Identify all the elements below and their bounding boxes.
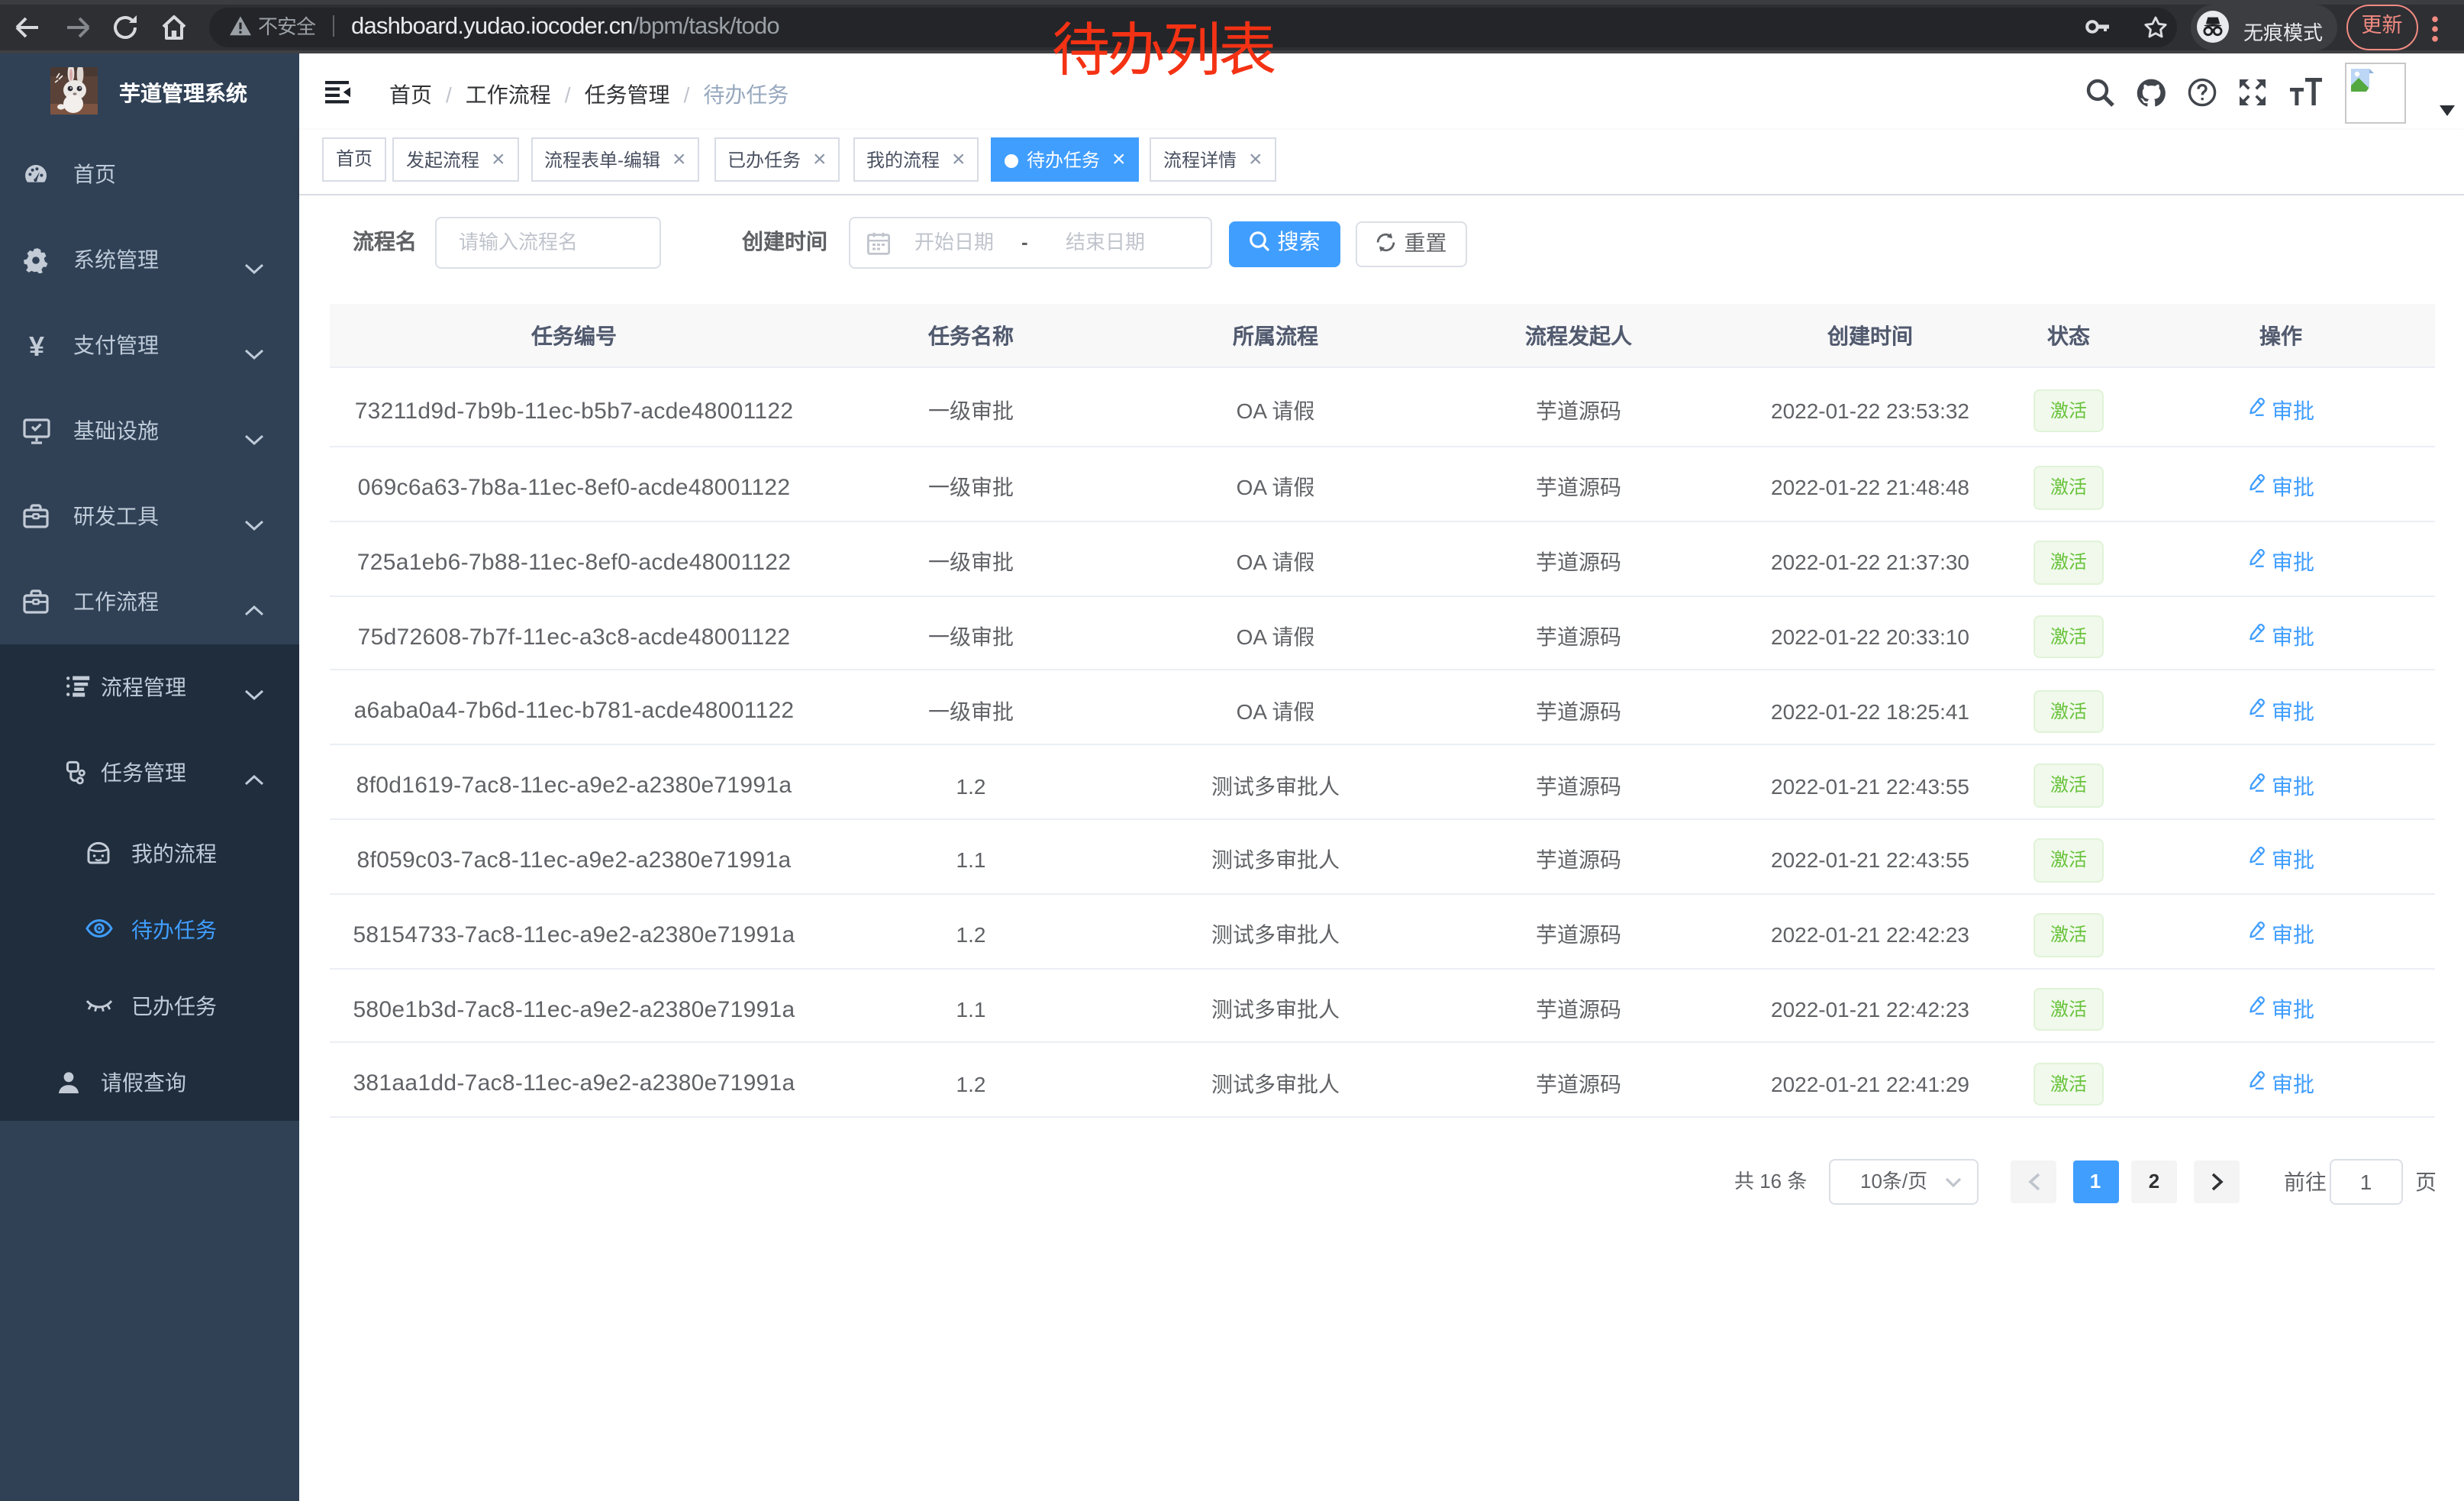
- svg-text:¥: ¥: [29, 332, 44, 360]
